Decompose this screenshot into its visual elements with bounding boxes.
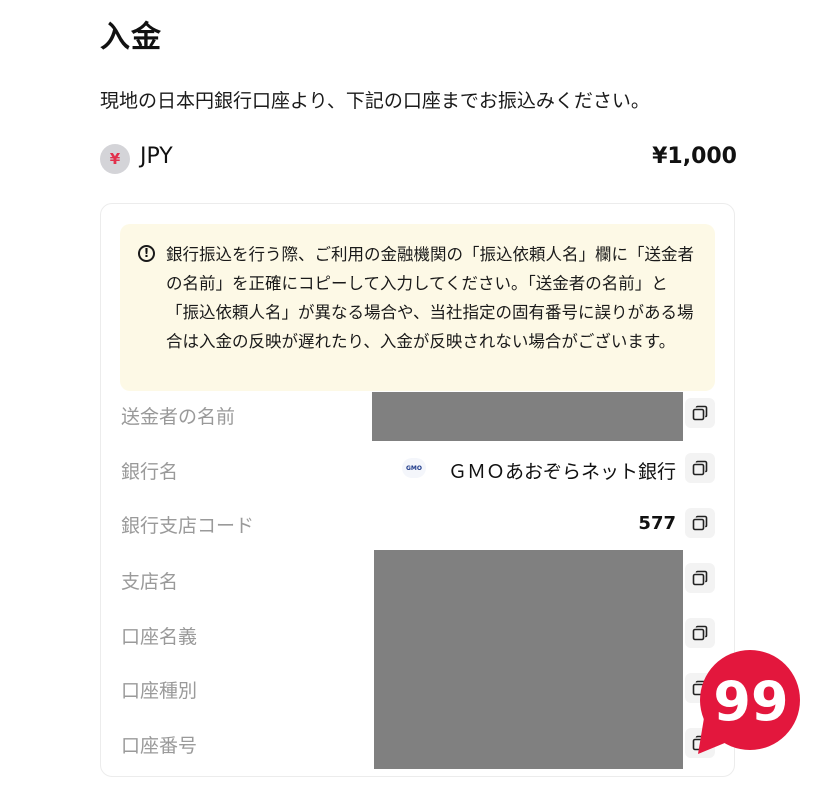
alert-icon: ! xyxy=(138,245,155,262)
copy-icon xyxy=(692,625,708,641)
copy-bank-name-button[interactable] xyxy=(685,453,715,483)
account-holder-label: 口座名義 xyxy=(121,626,198,648)
copy-branch-code-button[interactable] xyxy=(685,508,715,538)
branch-code-label: 銀行支店コード xyxy=(121,515,255,537)
bank-name-label: 銀行名 xyxy=(121,461,179,483)
account-type-label: 口座種別 xyxy=(121,680,198,702)
notice-text: 銀行振込を行う際、ご利用の金融機関の「振込依頼人名」欄に「送金者の名前」を正確に… xyxy=(166,245,694,351)
branch-name-label: 支店名 xyxy=(121,571,179,593)
page-title: 入金 xyxy=(100,20,162,55)
99-badge-logo: 99 xyxy=(694,648,804,758)
copy-icon xyxy=(692,460,708,476)
yen-icon: ¥ xyxy=(100,144,130,174)
badge-text: 99 xyxy=(713,670,788,733)
currency-row: ¥ JPY ¥1,000 xyxy=(100,142,737,176)
branch-code-value: 577 xyxy=(638,513,676,534)
currency-code: JPY xyxy=(140,144,173,169)
copy-sender-name-button[interactable] xyxy=(685,398,715,428)
copy-branch-name-button[interactable] xyxy=(685,563,715,593)
sender-name-label: 送金者の名前 xyxy=(121,406,236,428)
notice-box: ! 銀行振込を行う際、ご利用の金融機関の「振込依頼人名」欄に「送金者の名前」を正… xyxy=(120,224,715,391)
copy-icon xyxy=(692,515,708,531)
copy-icon xyxy=(692,405,708,421)
redacted-account-details xyxy=(374,550,683,769)
deposit-amount: ¥1,000 xyxy=(652,144,737,169)
account-number-label: 口座番号 xyxy=(121,735,198,757)
copy-account-holder-button[interactable] xyxy=(685,618,715,648)
page-description: 現地の日本円銀行口座より、下記の口座までお振込みください。 xyxy=(100,90,650,112)
gmo-bank-logo: GMO xyxy=(402,458,426,478)
speech-bubble-icon: 99 xyxy=(698,650,800,754)
redacted-sender-name xyxy=(372,392,683,441)
bank-name-value: ＧＭＯあおぞらネット銀行 xyxy=(447,461,676,483)
copy-icon xyxy=(692,570,708,586)
